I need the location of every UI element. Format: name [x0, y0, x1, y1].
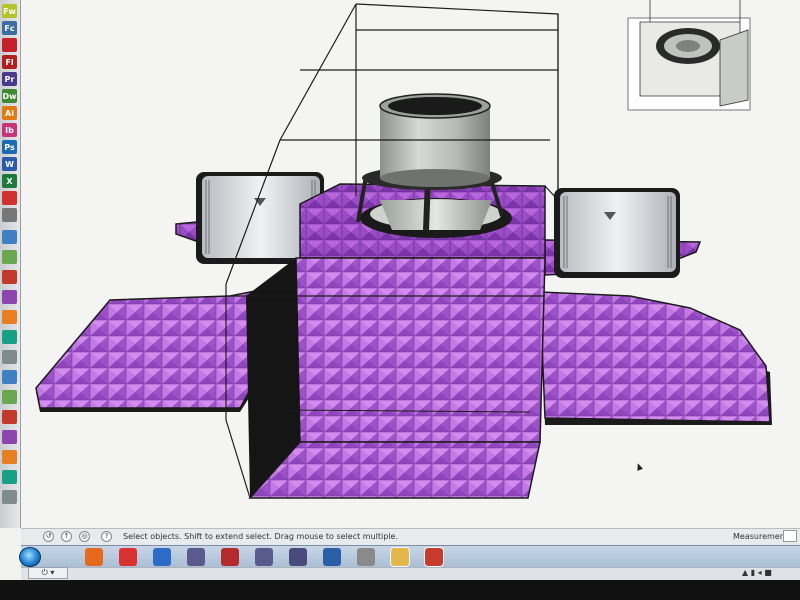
status-bar: ↺ ↑ ◎ ? Select objects. Shift to extend …: [21, 528, 800, 545]
dock-utility-icon[interactable]: [2, 430, 17, 444]
dock-app-icon[interactable]: [2, 38, 17, 52]
adobe-tool-4-icon[interactable]: [289, 548, 307, 566]
subwoofer[interactable]: [356, 93, 512, 238]
start-button[interactable]: [19, 547, 41, 567]
monitor-screen: Fw Fc Fl Pr Dw Ai Ib Ps W X ↺ ↑ ◎ ? Sele…: [0, 0, 800, 580]
dock-utility-icon[interactable]: [2, 330, 17, 344]
application-dock: Fw Fc Fl Pr Dw Ai Ib Ps W X: [0, 0, 21, 528]
dock-app-icon[interactable]: [2, 208, 17, 222]
dock-app-icon[interactable]: Dw: [2, 89, 17, 103]
dock-utility-icon[interactable]: [2, 270, 17, 284]
model-thumbnail: [627, 0, 751, 111]
dock-app-icon[interactable]: Ps: [2, 140, 17, 154]
dock-utility-icon[interactable]: [2, 450, 17, 464]
dock-utility-icon[interactable]: [2, 470, 17, 484]
adobe-tool-2-icon[interactable]: [221, 548, 239, 566]
dock-utility-icon[interactable]: [2, 370, 17, 384]
windows-taskbar: [19, 545, 800, 568]
bottom-strip: [21, 567, 800, 580]
folder-icon[interactable]: [390, 547, 410, 567]
dock-utility-icon[interactable]: [2, 230, 17, 244]
dock-app-icon[interactable]: X: [2, 174, 17, 188]
dock-utility-icon[interactable]: [2, 310, 17, 324]
sketchup-icon[interactable]: [424, 547, 444, 567]
dock-app-icon[interactable]: W: [2, 157, 17, 171]
dock-utility-icon[interactable]: [2, 490, 17, 504]
airplane-app-icon[interactable]: [323, 548, 341, 566]
status-message: Select objects. Shift to extend select. …: [123, 532, 399, 541]
monitor-bezel: [0, 580, 800, 600]
dock-app-icon[interactable]: Fc: [2, 21, 17, 35]
power-button[interactable]: ⏻ ▾: [28, 567, 68, 579]
dock-app-icon[interactable]: [2, 191, 17, 205]
dock-utility-icon[interactable]: [2, 410, 17, 424]
car-app-icon[interactable]: [119, 548, 137, 566]
dock-utility-icon[interactable]: [2, 290, 17, 304]
dock-utility-icon[interactable]: [2, 390, 17, 404]
right-amplifier[interactable]: [554, 188, 680, 278]
dock-utility-icon[interactable]: [2, 250, 17, 264]
dock-app-icon[interactable]: Pr: [2, 72, 17, 86]
disc-icon[interactable]: [357, 548, 375, 566]
adobe-tool-icon[interactable]: [187, 548, 205, 566]
dock-utility-icon[interactable]: [2, 350, 17, 364]
adobe-tool-3-icon[interactable]: [255, 548, 273, 566]
credits-button[interactable]: ↑: [61, 531, 72, 542]
right-wing-pad: [539, 291, 771, 423]
system-tray[interactable]: ▲ ▮ ◂ ■: [742, 568, 772, 577]
help-button[interactable]: ?: [101, 531, 112, 542]
center-box-front: [295, 257, 546, 443]
user-button[interactable]: ◎: [79, 531, 90, 542]
measurements-input[interactable]: [783, 530, 797, 542]
scene-canvas[interactable]: [21, 0, 800, 528]
center-floor: [248, 441, 541, 499]
geo-location-button[interactable]: ↺: [43, 531, 54, 542]
dock-app-icon[interactable]: Fl: [2, 55, 17, 69]
dock-app-icon[interactable]: Fw: [2, 4, 17, 18]
firefox-icon[interactable]: [85, 548, 103, 566]
dock-app-icon[interactable]: Ib: [2, 123, 17, 137]
dock-app-icon[interactable]: Ai: [2, 106, 17, 120]
app-o-icon[interactable]: [153, 548, 171, 566]
modeling-viewport[interactable]: [21, 0, 800, 528]
